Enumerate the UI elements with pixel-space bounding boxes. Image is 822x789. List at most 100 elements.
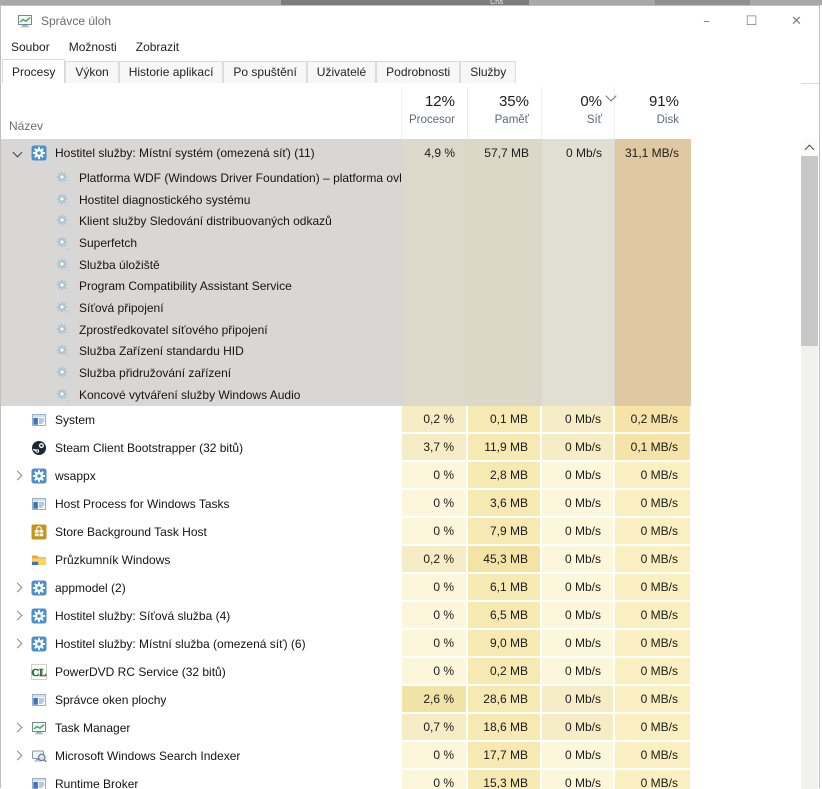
maximize-button[interactable]: ☐ <box>729 6 774 36</box>
column-usage-percent: 35% <box>468 93 529 110</box>
disk-cell <box>614 297 691 319</box>
process-name: Průzkumník Windows <box>55 553 170 567</box>
disk-cell: 31,1 MB/s <box>614 139 691 167</box>
cpu-cell <box>401 341 467 363</box>
network-cell: 0 Mb/s <box>542 742 613 768</box>
name-column-header[interactable]: Název <box>9 119 43 133</box>
cpu-cell <box>401 319 467 341</box>
gear-gray-icon <box>55 278 71 294</box>
memory-cell: 17,7 MB <box>468 742 540 768</box>
process-name-cell: Host Process for Windows Tasks <box>1 490 401 518</box>
process-row-steam-client-bootstrapper-32-bit[interactable]: Steam Client Bootstrapper (32 bitů)3,7 %… <box>1 434 801 462</box>
memory-cell <box>467 210 541 232</box>
process-row-klient-slu-by-sledov-n-distribuovan-ch-o[interactable]: Klient služby Sledování distribuovaných … <box>1 210 801 232</box>
gear-gray-icon <box>55 192 71 208</box>
close-button[interactable]: ✕ <box>774 6 819 36</box>
memory-cell: 0,2 MB <box>468 658 540 684</box>
expand-chevron-icon[interactable] <box>10 752 24 759</box>
window-exe-icon <box>31 496 47 512</box>
title-bar[interactable]: Správce úloh – ☐ ✕ <box>1 6 819 36</box>
expand-chevron-icon[interactable] <box>10 584 24 591</box>
tab-procesy[interactable]: Procesy <box>2 59 65 84</box>
process-row-zprost-edkovatel-s-ov-ho-p-ipojen[interactable]: Zprostředkovatel síťového připojení <box>1 319 801 341</box>
tab-historie-aplikac[interactable]: Historie aplikací <box>119 61 224 83</box>
task-manager-window: Správce úloh – ☐ ✕ Soubor Možnosti Zobrazi… <box>0 5 820 788</box>
cpu-cell <box>401 167 467 189</box>
process-row-hostitel-diagnostick-ho-syst-mu[interactable]: Hostitel diagnostického systému <box>1 189 801 211</box>
gear-gray-icon <box>55 387 71 403</box>
process-name: Platforma WDF (Windows Driver Foundation… <box>79 171 401 185</box>
process-row-s-ov-p-ipojen[interactable]: Síťová připojení <box>1 297 801 319</box>
process-name: Hostitel služby: Místní služba (omezená … <box>55 637 306 651</box>
process-row-hostitel-slu-by-m-stn-syst-m-omezen-s-11[interactable]: Hostitel služby: Místní systém (omezená … <box>1 139 801 167</box>
process-row-wsappx[interactable]: wsappx0 %2,8 MB0 Mb/s0 MB/s <box>1 462 801 490</box>
cpu-cell <box>401 232 467 254</box>
expand-chevron-icon[interactable] <box>10 724 24 731</box>
column-header-s[interactable]: 0% Síť <box>541 87 614 139</box>
process-row-pr-zkumn-k-windows[interactable]: Průzkumník Windows0,2 %45,3 MB0 Mb/s0 MB… <box>1 546 801 574</box>
scrollbar-up-arrow-icon[interactable] <box>801 139 818 156</box>
cpu-cell: 0,2 % <box>402 546 466 572</box>
process-row-microsoft-windows-search-indexer[interactable]: Microsoft Windows Search Indexer0 %17,7 … <box>1 742 801 770</box>
taskmgr-icon <box>17 13 33 29</box>
disk-cell <box>614 167 691 189</box>
process-row-koncov-vytv-en-slu-by-windows-audio[interactable]: Koncové vytváření služby Windows Audio <box>1 384 801 406</box>
disk-cell <box>614 384 691 406</box>
memory-cell <box>467 275 541 297</box>
store-icon <box>31 524 47 540</box>
tab-v-kon[interactable]: Výkon <box>65 61 118 83</box>
process-row-slu-ba-za-zen-standardu-hid[interactable]: Služba Zařízení standardu HID <box>1 341 801 363</box>
disk-cell <box>614 210 691 232</box>
process-row-store-background-task-host[interactable]: Store Background Task Host0 %7,9 MB0 Mb/… <box>1 518 801 546</box>
background-window-title-fragment: Cha <box>281 0 529 5</box>
disk-cell <box>614 275 691 297</box>
process-row-appmodel-2[interactable]: appmodel (2)0 %6,1 MB0 Mb/s0 MB/s <box>1 574 801 602</box>
collapse-chevron-icon[interactable] <box>10 151 24 156</box>
scrollbar-thumb[interactable] <box>801 156 818 346</box>
process-name-cell: Průzkumník Windows <box>1 546 401 574</box>
process-row-runtime-broker[interactable]: Runtime Broker0 %15,3 MB0 Mb/s0 MB/s <box>1 770 801 789</box>
expand-chevron-icon[interactable] <box>10 640 24 647</box>
process-row-spr-vce-oken-plochy[interactable]: Správce oken plochy2,6 %28,6 MB0 Mb/s0 M… <box>1 686 801 714</box>
disk-cell: 0,2 MB/s <box>615 406 690 432</box>
vertical-scrollbar[interactable] <box>801 139 818 789</box>
process-row-program-compatibility-assistant-service[interactable]: Program Compatibility Assistant Service <box>1 275 801 297</box>
process-row-hostitel-slu-by-s-ov-slu-ba-4[interactable]: Hostitel služby: Síťová služba (4)0 %6,5… <box>1 602 801 630</box>
network-cell: 0 Mb/s <box>542 602 613 628</box>
column-header-pam[interactable]: 35% Paměť <box>467 87 541 139</box>
window-exe-icon <box>31 412 47 428</box>
menu-item-mo-nosti[interactable]: Možnosti <box>69 40 117 54</box>
column-header-disk[interactable]: 91% Disk <box>614 87 691 139</box>
process-name-cell: Program Compatibility Assistant Service <box>1 275 401 297</box>
process-name: Runtime Broker <box>55 777 138 789</box>
process-row-superfetch[interactable]: Superfetch <box>1 232 801 254</box>
process-row-platforma-wdf-windows-driver-foundation-[interactable]: Platforma WDF (Windows Driver Foundation… <box>1 167 801 189</box>
process-row-host-process-for-windows-tasks[interactable]: Host Process for Windows Tasks0 %3,6 MB0… <box>1 490 801 518</box>
process-name-cell: Microsoft Windows Search Indexer <box>1 742 401 770</box>
process-name-cell: Zprostředkovatel síťového připojení <box>1 319 401 341</box>
process-row-task-manager[interactable]: Task Manager0,7 %18,6 MB0 Mb/s0 MB/s <box>1 714 801 742</box>
process-row-powerdvd-rc-service-32-bit[interactable]: CLPowerDVD RC Service (32 bitů)0 %0,2 MB… <box>1 658 801 686</box>
process-name-cell: Runtime Broker <box>1 770 401 789</box>
expand-chevron-icon[interactable] <box>10 472 24 479</box>
menu-item-zobrazit[interactable]: Zobrazit <box>136 40 179 54</box>
tab-po-spu-t-n[interactable]: Po spuštění <box>223 61 306 83</box>
tab-podrobnosti[interactable]: Podrobnosti <box>376 61 460 83</box>
process-row-system[interactable]: System0,2 %0,1 MB0 Mb/s0,2 MB/s <box>1 406 801 434</box>
expand-chevron-icon[interactable] <box>10 612 24 619</box>
minimize-button[interactable]: – <box>684 6 729 36</box>
disk-cell: 0,1 MB/s <box>615 434 690 460</box>
network-cell: 0 Mb/s <box>542 518 613 544</box>
process-row-hostitel-slu-by-m-stn-slu-ba-omezen-s-6[interactable]: Hostitel služby: Místní služba (omezená … <box>1 630 801 658</box>
tab-u-ivatel[interactable]: Uživatelé <box>307 61 376 83</box>
memory-cell <box>467 319 541 341</box>
menu-item-soubor[interactable]: Soubor <box>11 40 50 54</box>
process-row-slu-ba-p-idru-ov-n-za-zen[interactable]: Služba přidružování zařízení <box>1 362 801 384</box>
column-header-procesor[interactable]: 12% Procesor <box>401 87 467 139</box>
tab-slu-by[interactable]: Služby <box>460 61 516 83</box>
process-name: Hostitel služby: Síťová služba (4) <box>55 609 230 623</box>
background-window-strip[interactable]: Cha <box>0 0 822 5</box>
process-row-slu-ba-lo-i-t[interactable]: Služba úložiště <box>1 254 801 276</box>
memory-cell: 45,3 MB <box>468 546 540 572</box>
disk-cell <box>614 254 691 276</box>
